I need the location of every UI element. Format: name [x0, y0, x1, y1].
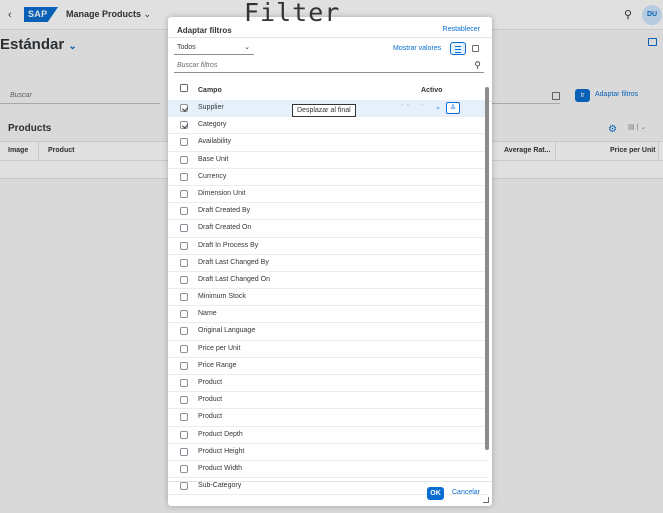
search-filters-input[interactable]: Buscar filtros ⚲ — [174, 60, 484, 73]
filter-label: Draft Created On — [198, 224, 252, 232]
filter-checkbox[interactable] — [180, 104, 188, 112]
filter-label: Dimension Unit — [198, 189, 246, 197]
move-to-top-button[interactable]: ⌃⌃ — [398, 102, 412, 114]
filter-label: Category — [198, 121, 227, 129]
filter-checkbox[interactable] — [180, 344, 188, 353]
filter-list-item[interactable]: Product Height — [168, 444, 488, 461]
filter-list-item[interactable]: Minimum Stock — [168, 289, 488, 307]
ok-button[interactable]: OK — [427, 487, 444, 500]
move-to-bottom-button[interactable]: ≚ — [446, 102, 460, 114]
filter-list-item[interactable]: Availability — [168, 134, 488, 152]
filter-checkbox[interactable] — [180, 464, 188, 473]
filter-checkbox[interactable] — [180, 275, 188, 284]
filter-label: Product — [198, 379, 223, 386]
divider — [168, 37, 492, 38]
filter-view-select[interactable]: Todos ⌄ — [174, 42, 254, 55]
filter-checkbox[interactable] — [180, 189, 188, 198]
filter-list-item[interactable]: Base Unit — [168, 152, 488, 169]
filter-checkbox[interactable] — [180, 241, 188, 250]
filter-checkbox[interactable] — [180, 396, 188, 405]
list-view-button[interactable] — [450, 42, 466, 55]
filter-checkbox[interactable] — [180, 138, 188, 147]
filter-label: Product — [198, 396, 223, 404]
filter-list-item[interactable]: Product — [168, 375, 488, 393]
search-icon: ⚲ — [474, 60, 481, 70]
filter-checkbox[interactable] — [180, 327, 188, 336]
filter-list-item[interactable]: Product Depth — [168, 427, 488, 444]
cancel-button[interactable]: Cancelar — [452, 489, 480, 496]
filter-label: Price Range — [198, 361, 237, 369]
filter-label: Product Depth — [198, 430, 243, 438]
adapt-filters-dialog: Adaptar filtros Restablecer Todos ⌄ Most… — [168, 17, 492, 506]
filter-list-item[interactable]: Price Range — [168, 358, 488, 375]
filter-checkbox[interactable] — [180, 293, 188, 302]
filter-checkbox[interactable] — [180, 155, 188, 164]
filter-list-item[interactable]: Name — [168, 306, 488, 324]
filter-list-item[interactable]: Original Language — [168, 323, 488, 341]
group-view-button[interactable] — [470, 42, 482, 55]
scrollbar[interactable] — [485, 87, 489, 450]
filter-checkbox[interactable] — [180, 413, 188, 422]
tooltip: Desplazar al final — [292, 104, 356, 117]
filter-view-value: Todos — [177, 44, 196, 51]
show-values-button[interactable]: Mostrar valores — [393, 45, 441, 52]
column-header-field: Campo — [198, 87, 222, 94]
filter-label: Original Language — [198, 327, 256, 335]
column-header-active: Activo — [421, 87, 443, 94]
move-up-button[interactable]: ⌃ — [415, 102, 429, 114]
filter-checkbox[interactable] — [180, 121, 188, 130]
filter-label: Product Width — [198, 464, 242, 472]
filter-label: Sub-Category — [198, 482, 242, 490]
group-icon — [472, 45, 479, 52]
filter-label: Draft Created By — [198, 207, 251, 215]
watermark-text: Filter — [244, 0, 341, 27]
filter-list-item[interactable]: Price per Unit — [168, 341, 488, 358]
filter-label: Currency — [198, 172, 227, 180]
reorder-actions: ⌃⌃ ⌃ ⌄ ≚ — [390, 102, 486, 114]
filter-checkbox[interactable] — [180, 172, 188, 181]
filter-label: Name — [198, 310, 217, 318]
filter-label: Minimum Stock — [198, 293, 246, 301]
filter-label: Product Height — [198, 447, 245, 455]
chevron-down-icon: ⌄ — [244, 44, 250, 51]
dialog-title: Adaptar filtros — [177, 26, 232, 35]
search-filters-placeholder: Buscar filtros — [177, 62, 218, 69]
filter-checkbox[interactable] — [180, 379, 188, 387]
filter-list-item[interactable]: Category — [168, 117, 488, 135]
filter-label: Draft In Process By — [198, 241, 259, 249]
filter-list-item[interactable]: Draft Last Changed By — [168, 255, 488, 272]
filter-checkbox[interactable] — [180, 224, 188, 233]
filter-checkbox[interactable] — [180, 361, 188, 370]
filter-checkbox[interactable] — [180, 447, 188, 456]
filter-list-item[interactable]: Product — [168, 409, 488, 427]
filter-list: Supplier ⌃⌃ ⌃ ⌄ ≚ Category Availability Base Un… — [168, 100, 488, 496]
filter-list-item[interactable]: Product — [168, 392, 488, 410]
filter-checkbox[interactable] — [180, 430, 188, 439]
filter-checkbox[interactable] — [180, 482, 188, 491]
filter-list-item[interactable]: Product Width — [168, 461, 488, 479]
divider — [168, 481, 492, 482]
filter-label: Draft Last Changed By — [198, 258, 269, 266]
filter-label: Base Unit — [198, 155, 229, 163]
filter-list-item[interactable]: Draft Created By — [168, 203, 488, 221]
filter-label: Price per Unit — [198, 344, 241, 352]
filter-list-item[interactable]: Draft Last Changed On — [168, 272, 488, 290]
filter-checkbox[interactable] — [180, 207, 188, 216]
select-all-checkbox[interactable] — [180, 84, 188, 92]
filter-list-item[interactable]: Draft In Process By — [168, 238, 488, 255]
filter-label: Product — [198, 413, 223, 421]
filter-label: Draft Last Changed On — [198, 275, 270, 283]
resize-handle[interactable] — [483, 497, 489, 503]
filter-checkbox[interactable] — [180, 258, 188, 267]
filter-label: Supplier — [198, 104, 224, 111]
move-down-button[interactable]: ⌄ — [431, 102, 445, 114]
filter-list-item[interactable]: Draft Created On — [168, 220, 488, 238]
reset-button[interactable]: Restablecer — [443, 26, 480, 33]
filter-checkbox[interactable] — [180, 310, 188, 319]
filter-list-item[interactable]: Dimension Unit — [168, 186, 488, 204]
filter-list-item[interactable]: Currency — [168, 169, 488, 186]
filter-label: Availability — [198, 138, 231, 146]
